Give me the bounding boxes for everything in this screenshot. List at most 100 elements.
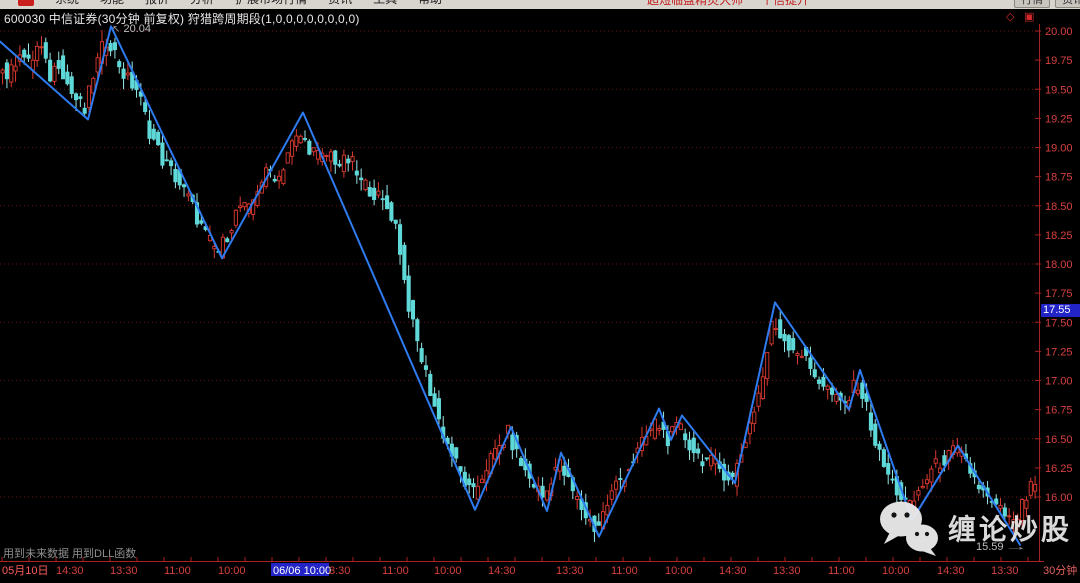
price-tick-label: 16.25 bbox=[1045, 463, 1073, 475]
menu-item-系统[interactable]: 系统 bbox=[55, 0, 79, 6]
candle-body bbox=[653, 419, 656, 438]
menu-bar: 系统功能报价分析扩展市场行情资讯工具帮助 超短临盘精灵大师 个信提升 行情资讯交… bbox=[0, 0, 1080, 9]
candle-body bbox=[122, 69, 125, 78]
candle-body bbox=[878, 444, 881, 449]
candle-body bbox=[930, 469, 933, 482]
promo-text[interactable]: 超短临盘精灵大师 bbox=[647, 0, 743, 8]
candle-body bbox=[874, 424, 877, 445]
candle-body bbox=[688, 440, 691, 450]
candle-body bbox=[822, 377, 825, 386]
candle-body bbox=[925, 480, 928, 484]
period-label: 30分钟 bbox=[1043, 563, 1077, 577]
candle-body bbox=[74, 94, 77, 100]
candle-body bbox=[917, 491, 920, 495]
candle-body bbox=[234, 210, 237, 225]
candle-body bbox=[161, 143, 164, 165]
time-axis-label: 14:30 bbox=[56, 565, 84, 577]
toolbar-button-行情[interactable]: 行情 bbox=[1014, 0, 1050, 8]
candle-body bbox=[774, 329, 777, 330]
menu-item-工具[interactable]: 工具 bbox=[373, 0, 397, 6]
candle-body bbox=[519, 458, 522, 465]
time-axis-label: 05月10日 bbox=[2, 565, 48, 577]
candle-body bbox=[697, 449, 700, 453]
candle-body bbox=[308, 141, 311, 154]
candlestick-chart[interactable]: 20.0019.7519.5019.2519.0018.7518.5018.25… bbox=[0, 0, 1080, 583]
menu-item-报价[interactable]: 报价 bbox=[145, 0, 169, 6]
candlestick-series[interactable] bbox=[1, 30, 1037, 542]
diamond-icon[interactable]: ◇ bbox=[1006, 10, 1014, 23]
promo-text-2[interactable]: 个信提升 bbox=[761, 0, 809, 8]
candle-body bbox=[606, 505, 609, 514]
candle-body bbox=[576, 497, 579, 500]
price-tick-label: 16.75 bbox=[1045, 405, 1073, 417]
candle-body bbox=[226, 239, 229, 242]
menu-item-分析[interactable]: 分析 bbox=[190, 0, 214, 6]
candle-body bbox=[144, 103, 147, 112]
candle-body bbox=[679, 424, 682, 430]
candle-body bbox=[830, 388, 833, 394]
app-logo-icon[interactable] bbox=[18, 0, 34, 6]
candle-body bbox=[545, 491, 548, 500]
candle-body bbox=[355, 171, 358, 175]
price-tick-label: 18.75 bbox=[1045, 172, 1073, 184]
candle-body bbox=[174, 169, 177, 181]
candle-body bbox=[563, 466, 566, 475]
candle-body bbox=[619, 478, 622, 479]
candle-body bbox=[891, 479, 894, 480]
candle-body bbox=[1029, 482, 1032, 496]
candle-body bbox=[109, 43, 112, 50]
time-axis-label: 14:30 bbox=[488, 565, 516, 577]
candle-body bbox=[394, 220, 397, 223]
current-price-tag: 17.55 bbox=[1041, 304, 1080, 317]
candle-body bbox=[757, 393, 760, 406]
candle-body bbox=[671, 427, 674, 432]
candle-body bbox=[57, 61, 60, 69]
candle-body bbox=[200, 221, 203, 224]
time-axis-label: 14:30 bbox=[937, 565, 965, 577]
candle-body bbox=[66, 72, 69, 84]
candle-body bbox=[282, 170, 285, 184]
candle-body bbox=[239, 206, 242, 208]
candle-body bbox=[779, 320, 782, 338]
candle-body bbox=[481, 479, 484, 482]
candle-body bbox=[783, 334, 786, 340]
candle-body bbox=[325, 156, 328, 157]
candle-body bbox=[126, 73, 129, 75]
price-tick-label: 16.50 bbox=[1045, 434, 1073, 446]
candle-body bbox=[187, 194, 190, 196]
candle-body bbox=[761, 377, 764, 399]
time-axis-label: 14:30 bbox=[719, 565, 747, 577]
watermark: 缠论炒股 bbox=[878, 500, 1072, 556]
candle-body bbox=[809, 358, 812, 369]
candle-body bbox=[329, 152, 332, 161]
candle-body bbox=[373, 188, 376, 199]
candle-body bbox=[921, 486, 924, 487]
candle-body bbox=[813, 370, 816, 377]
candle-body bbox=[817, 380, 820, 383]
candle-body bbox=[364, 180, 367, 189]
candle-body bbox=[424, 366, 427, 370]
menu-item-资讯[interactable]: 资讯 bbox=[328, 0, 352, 6]
menu-item-功能[interactable]: 功能 bbox=[100, 0, 124, 6]
candle-body bbox=[882, 450, 885, 467]
candle-body bbox=[766, 353, 769, 379]
wechat-icon bbox=[878, 500, 942, 556]
candle-body bbox=[79, 97, 82, 99]
candle-body bbox=[10, 65, 13, 82]
window-icon[interactable]: ▣ bbox=[1024, 10, 1034, 23]
menu-item-帮助[interactable]: 帮助 bbox=[418, 0, 442, 6]
candle-body bbox=[731, 473, 734, 476]
candle-body bbox=[312, 148, 315, 152]
candle-body bbox=[290, 141, 293, 156]
time-axis-label: 06/06 10:00 bbox=[273, 565, 331, 577]
menu-item-扩展市场行情[interactable]: 扩展市场行情 bbox=[235, 0, 307, 6]
time-axis-label: 13:30 bbox=[556, 565, 584, 577]
candle-body bbox=[165, 160, 168, 161]
time-axis-label: 11:00 bbox=[828, 565, 855, 577]
candle-body bbox=[403, 245, 406, 279]
candle-body bbox=[459, 467, 462, 472]
time-axis-label: 11:00 bbox=[382, 565, 409, 577]
toolbar-button-资讯[interactable]: 资讯 bbox=[1055, 0, 1080, 8]
candle-body bbox=[869, 413, 872, 430]
candle-body bbox=[182, 185, 185, 187]
